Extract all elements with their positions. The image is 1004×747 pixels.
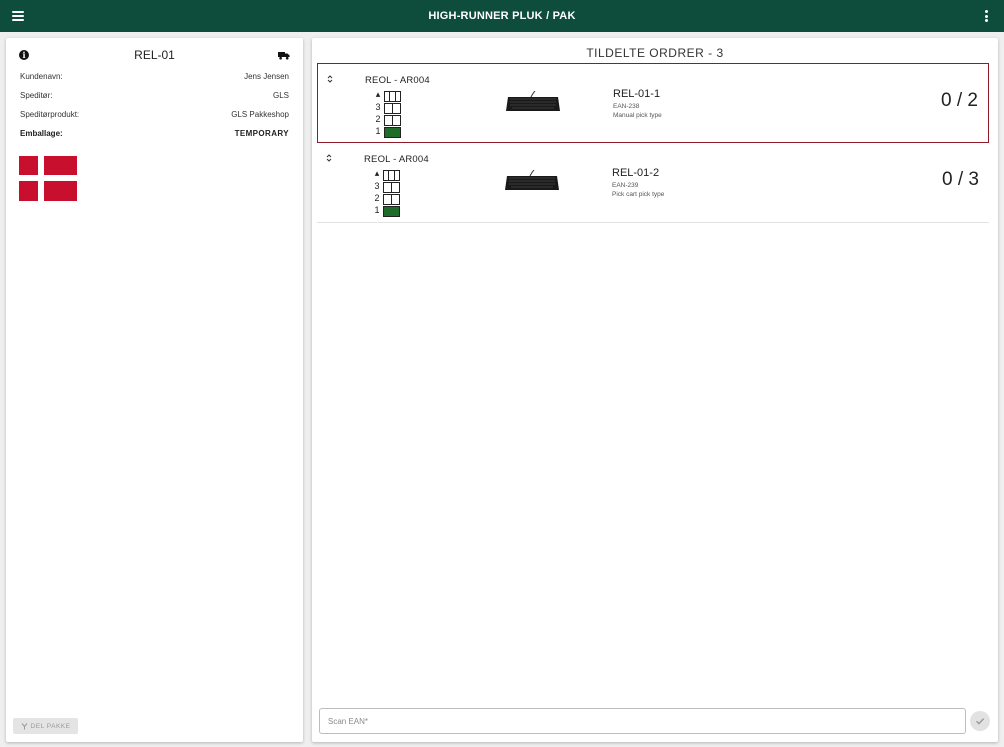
sort-icon[interactable] [326,74,334,84]
customer-name-label: Kundenavn: [20,72,63,81]
packaging-value: TEMPORARY [234,129,289,138]
shelf-level-label: 1 [374,205,380,215]
package-panel: i REL-01 Kundenavn: Jens Jensen Speditør… [6,38,303,742]
orders-panel: TILDELTE ORDRER - 3 REOL - AR004 ▴ 3 2 1… [312,38,998,742]
carrier-label: Speditør: [20,91,53,100]
split-package-button[interactable]: DEL PAKKE [13,718,78,734]
package-reference: REL-01 [134,48,175,62]
carrier-value: GLS [272,91,289,100]
picked-quantity: 0 / 2 [941,90,978,111]
shelf-level-label: 2 [375,114,381,124]
kebab-icon[interactable] [984,10,988,22]
shelf-top-marker: ▴ [374,168,380,178]
shelf-box [383,182,400,193]
pick-type: Pick cart pick type [612,191,665,198]
shelf-box [384,103,401,114]
shelf-level-label: 1 [375,126,381,136]
picked-quantity: 0 / 3 [942,169,979,190]
app-title: HIGH-RUNNER PLUK / PAK [428,10,576,22]
carrier-product-value: GLS Pakkeshop [231,110,289,119]
keyboard-image [505,170,559,190]
carrier-product-label: Speditørprodukt: [20,110,80,119]
split-package-label: DEL PAKKE [30,722,71,730]
shelf-box-filled [383,206,400,217]
shelf-level-label: 3 [375,102,381,112]
carrier-product-row: Speditørprodukt: GLS Pakkeshop [20,110,289,124]
shelf-box [383,194,400,205]
shelf-level-label: 3 [374,181,380,191]
shelf-diagram: ▴ 3 2 1 [372,168,412,217]
shelf-location: REOL - AR004 [365,75,430,86]
shelf-box [384,115,401,126]
confirm-scan-button[interactable] [970,711,990,731]
carrier-row: Speditør: GLS [20,91,289,105]
orders-heading: TILDELTE ORDRER - 3 [586,46,724,60]
keyboard-image [506,91,560,111]
split-icon [21,722,27,729]
shelf-location: REOL - AR004 [364,154,429,165]
order-row[interactable]: REOL - AR004 ▴ 3 2 1 REL-01-1 EAN-238 Ma… [317,63,989,143]
pick-type: Manual pick type [613,112,662,119]
customer-name-value: Jens Jensen [244,72,289,81]
product-name: REL-01-2 [612,167,660,179]
product-ean: EAN-238 [613,103,640,110]
denmark-flag [19,156,77,201]
packaging-label: Emballage: [20,129,63,138]
product-ean: EAN-239 [612,182,639,189]
app-bar: HIGH-RUNNER PLUK / PAK [0,0,1004,32]
scan-ean-input[interactable] [319,708,966,734]
shelf-top-box [384,91,401,102]
sort-icon[interactable] [325,153,333,163]
shelf-top-marker: ▴ [375,89,381,99]
truck-icon[interactable] [278,51,290,60]
packaging-row: Emballage: TEMPORARY [20,129,289,143]
shelf-box-filled [384,127,401,138]
check-icon [976,718,985,725]
shelf-level-label: 2 [374,193,380,203]
shelf-top-box [383,170,400,181]
product-name: REL-01-1 [613,88,661,100]
order-row[interactable]: REOL - AR004 ▴ 3 2 1 REL-01-2 EAN-239 Pi… [317,143,989,223]
customer-name-row: Kundenavn: Jens Jensen [20,72,289,86]
shelf-diagram: ▴ 3 2 1 [373,89,413,138]
package-header: i REL-01 [6,38,303,74]
